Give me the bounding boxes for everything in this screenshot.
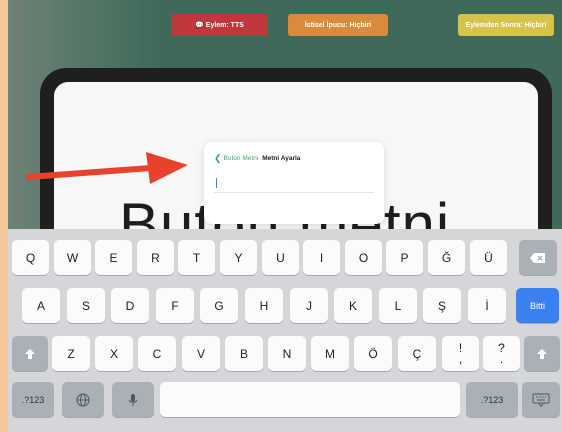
mic-icon: [128, 393, 138, 406]
key-ç[interactable]: Ç: [398, 336, 436, 371]
key-r[interactable]: R: [137, 240, 174, 275]
key-y[interactable]: Y: [220, 240, 257, 275]
key-ğ[interactable]: Ğ: [428, 240, 465, 275]
back-label: Buton Metni: [223, 155, 259, 162]
text-input[interactable]: [214, 176, 374, 193]
back-button[interactable]: ❮ Buton Metni: [214, 154, 258, 163]
key-ş[interactable]: Ş: [423, 288, 461, 323]
done-key[interactable]: Bitti: [516, 288, 559, 323]
key-a[interactable]: A: [22, 288, 60, 323]
after-action-button[interactable]: Eylemden Sonra: Hiçbiri: [458, 14, 554, 36]
key-b[interactable]: B: [225, 336, 263, 371]
hint-button[interactable]: İstisel İpucu: Hiçbiri: [288, 14, 388, 36]
chevron-left-icon: ❮: [214, 153, 222, 163]
key-w[interactable]: W: [54, 240, 91, 275]
keyboard: Bitti !, ?. .?123 .?123 QWERTYUIOPĞÜ ASDF…: [8, 229, 562, 432]
shift-right-key[interactable]: [524, 336, 560, 371]
mic-key[interactable]: [112, 382, 154, 417]
key-h[interactable]: H: [245, 288, 283, 323]
key-o[interactable]: O: [345, 240, 382, 275]
key-p[interactable]: P: [386, 240, 423, 275]
key-g[interactable]: G: [200, 288, 238, 323]
text-edit-popover: ❮ Buton Metni Metni Ayarla: [204, 142, 384, 224]
key-exclaim-bottom: ,: [458, 351, 463, 366]
key-z[interactable]: Z: [52, 336, 90, 371]
key-k[interactable]: K: [334, 288, 372, 323]
hide-keyboard-key[interactable]: [522, 382, 560, 417]
text-caret: [216, 178, 217, 188]
delete-icon: [530, 252, 545, 263]
key-d[interactable]: D: [111, 288, 149, 323]
key-x[interactable]: X: [95, 336, 133, 371]
key-t[interactable]: T: [178, 240, 215, 275]
key-f[interactable]: F: [156, 288, 194, 323]
popover-header: ❮ Buton Metni Metni Ayarla: [214, 154, 300, 163]
app-screen: 💬 Eylem: TTS İstisel İpucu: Hiçbiri Eyle…: [8, 0, 562, 432]
key-s[interactable]: S: [67, 288, 105, 323]
key-l[interactable]: L: [379, 288, 417, 323]
numbers-left-key[interactable]: .?123: [12, 382, 54, 417]
key-i[interactable]: I: [303, 240, 340, 275]
shift-left-key[interactable]: [12, 336, 48, 371]
key-question-bottom: .: [499, 351, 504, 366]
globe-icon: [76, 393, 90, 406]
action-button[interactable]: 💬 Eylem: TTS: [171, 14, 268, 36]
delete-key[interactable]: [519, 240, 557, 275]
numbers-right-key[interactable]: .?123: [466, 382, 518, 417]
key-u[interactable]: U: [262, 240, 299, 275]
shift-icon: [25, 348, 35, 359]
keyboard-hide-icon: [532, 393, 550, 407]
key-i̇[interactable]: İ: [468, 288, 506, 323]
key-n[interactable]: N: [268, 336, 306, 371]
key-v[interactable]: V: [182, 336, 220, 371]
key-m[interactable]: M: [311, 336, 349, 371]
globe-key[interactable]: [62, 382, 104, 417]
key-c[interactable]: C: [138, 336, 176, 371]
popover-title: Metni Ayarla: [262, 155, 301, 162]
key-q[interactable]: Q: [12, 240, 49, 275]
key-exclaim[interactable]: !,: [442, 336, 479, 371]
key-question[interactable]: ?.: [483, 336, 520, 371]
shift-icon: [537, 348, 547, 359]
key-ü[interactable]: Ü: [470, 240, 507, 275]
red-arrow-annotation: [26, 152, 188, 184]
key-e[interactable]: E: [95, 240, 132, 275]
key-j[interactable]: J: [290, 288, 328, 323]
key-ö[interactable]: Ö: [354, 336, 392, 371]
space-key[interactable]: [160, 382, 460, 417]
